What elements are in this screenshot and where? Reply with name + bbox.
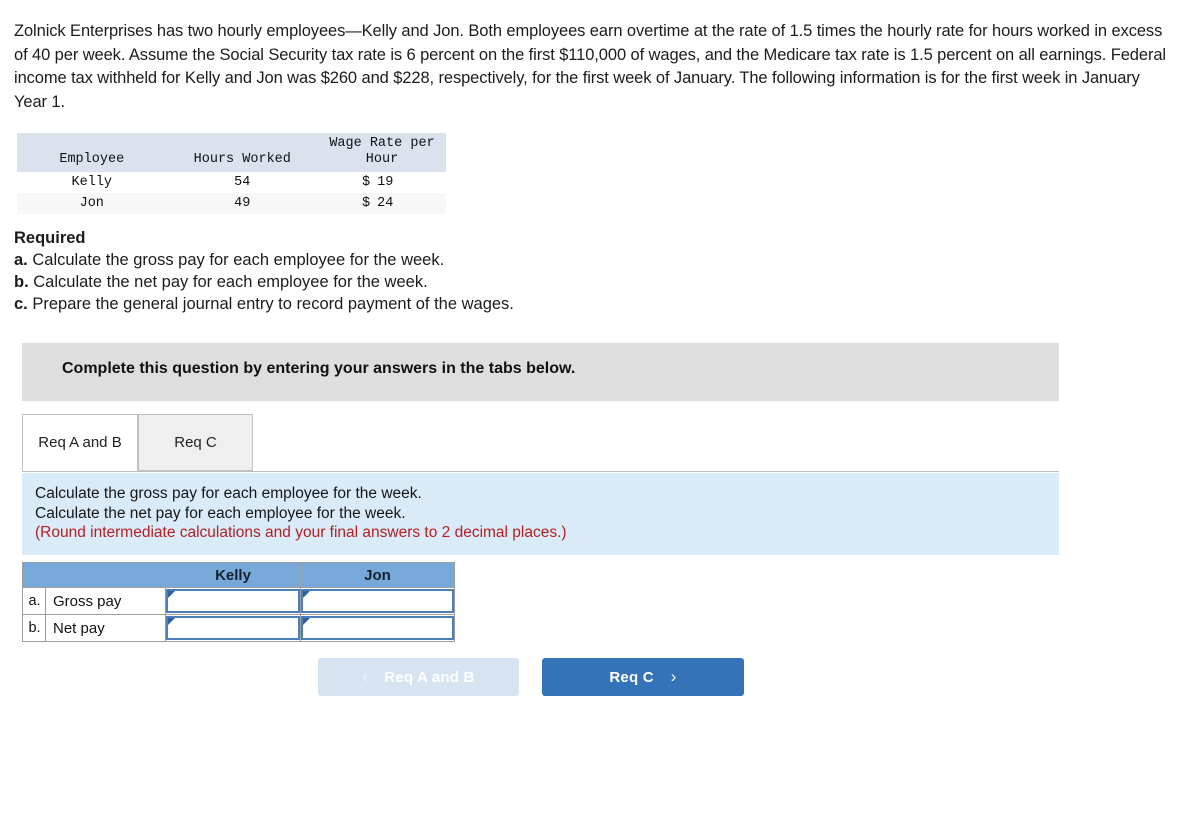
gross-pay-kelly-input[interactable]	[166, 589, 300, 613]
cell-marker-icon	[168, 591, 175, 598]
tab-req-a-and-b-label: Req A and B	[38, 434, 122, 451]
tab-req-c-label: Req C	[174, 434, 217, 451]
input-cell-net-pay-kelly[interactable]	[165, 614, 301, 642]
prev-req-a-and-b-button[interactable]: ‹ Req A and B	[318, 658, 519, 696]
wage-rate-line-1: Wage Rate per	[329, 136, 435, 151]
table-row: Kelly 54 $19	[17, 172, 446, 193]
answer-row-index-b: b.	[22, 614, 46, 642]
tab-instruction-line-2: Calculate the net pay for each employee …	[35, 504, 406, 522]
employee-data-table: Employee Hours Worked Wage Rate per Hour…	[17, 133, 446, 214]
required-section: Required a. Calculate the gross pay for …	[14, 227, 514, 315]
input-cell-gross-pay-kelly[interactable]	[165, 587, 301, 615]
required-item-c: c. Prepare the general journal entry to …	[14, 293, 514, 315]
table-row: a. Gross pay	[22, 587, 455, 615]
gross-pay-jon-input[interactable]	[301, 589, 454, 613]
cell-marker-icon	[303, 591, 310, 598]
required-item-a-text: Calculate the gross pay for each employe…	[32, 251, 445, 269]
tab-instruction-line-1: Calculate the gross pay for each employe…	[35, 485, 422, 502]
chevron-right-icon: ›	[670, 666, 677, 686]
answer-column-header-jon: Jon	[300, 562, 455, 588]
column-header-wage-rate: Wage Rate per Hour	[317, 133, 446, 172]
column-header-hours-worked: Hours Worked	[166, 133, 318, 172]
answer-table-header-row: Kelly Jon	[22, 562, 455, 588]
cell-hours-worked: 49	[166, 193, 318, 214]
next-req-c-button[interactable]: Req C ›	[542, 658, 744, 696]
table-row: b. Net pay	[22, 614, 455, 642]
answer-column-header-index	[22, 562, 46, 588]
prev-button-label: Req A and B	[384, 668, 475, 686]
tab-req-c[interactable]: Req C	[138, 414, 253, 471]
required-item-a: a. Calculate the gross pay for each empl…	[14, 249, 514, 271]
answer-table: Kelly Jon a. Gross pay b. Net pay	[22, 562, 455, 642]
answer-row-label-gross-pay: Gross pay	[45, 587, 166, 615]
answer-column-header-kelly: Kelly	[165, 562, 301, 588]
instruction-banner: Complete this question by entering your …	[22, 343, 1059, 401]
cell-wage-rate: $19	[318, 172, 446, 193]
tab-bar: Req A and B Req C	[22, 414, 1059, 472]
tab-instruction-panel: Calculate the gross pay for each employe…	[22, 473, 1059, 555]
cell-marker-icon	[168, 618, 175, 625]
cell-wage-rate: $24	[317, 193, 446, 214]
answer-row-label-net-pay: Net pay	[45, 614, 166, 642]
required-item-b-text: Calculate the net pay for each employee …	[33, 273, 428, 291]
column-header-employee: Employee	[17, 133, 167, 172]
chevron-left-icon: ‹	[362, 666, 369, 686]
required-item-c-text: Prepare the general journal entry to rec…	[32, 295, 514, 313]
input-cell-gross-pay-jon[interactable]	[300, 587, 455, 615]
cell-hours-worked: 54	[234, 175, 251, 190]
wage-rate-value: 24	[377, 196, 394, 211]
tab-req-a-and-b[interactable]: Req A and B	[22, 414, 138, 471]
answer-column-header-label	[45, 562, 166, 588]
instruction-banner-text: Complete this question by entering your …	[62, 360, 576, 377]
cell-marker-icon	[303, 618, 310, 625]
required-heading: Required	[14, 229, 86, 247]
wage-rate-line-2: Hour	[365, 152, 399, 167]
data-table-header-row: Employee Hours Worked Wage Rate per Hour	[17, 133, 446, 172]
net-pay-jon-input[interactable]	[301, 616, 454, 640]
required-item-b-label: b.	[14, 273, 29, 291]
required-item-b: b. Calculate the net pay for each employ…	[14, 271, 514, 293]
next-button-label: Req C	[609, 668, 654, 686]
input-cell-net-pay-jon[interactable]	[300, 614, 455, 642]
tab-instruction-rounding-note: (Round intermediate calculations and you…	[35, 524, 567, 541]
answer-row-index-a: a.	[22, 587, 46, 615]
required-item-c-label: c.	[14, 295, 28, 313]
problem-statement: Zolnick Enterprises has two hourly emplo…	[14, 22, 1166, 111]
net-pay-kelly-input[interactable]	[166, 616, 300, 640]
required-item-a-label: a.	[14, 251, 28, 269]
currency-symbol: $	[361, 175, 371, 190]
cell-employee-name: Kelly	[71, 175, 113, 190]
answer-table-container: Kelly Jon a. Gross pay b. Net pay	[22, 562, 455, 642]
table-row: Jon 49 $24	[17, 193, 446, 214]
currency-symbol: $	[361, 196, 371, 211]
wage-rate-value: 19	[377, 175, 394, 190]
cell-employee-name: Jon	[17, 193, 167, 214]
